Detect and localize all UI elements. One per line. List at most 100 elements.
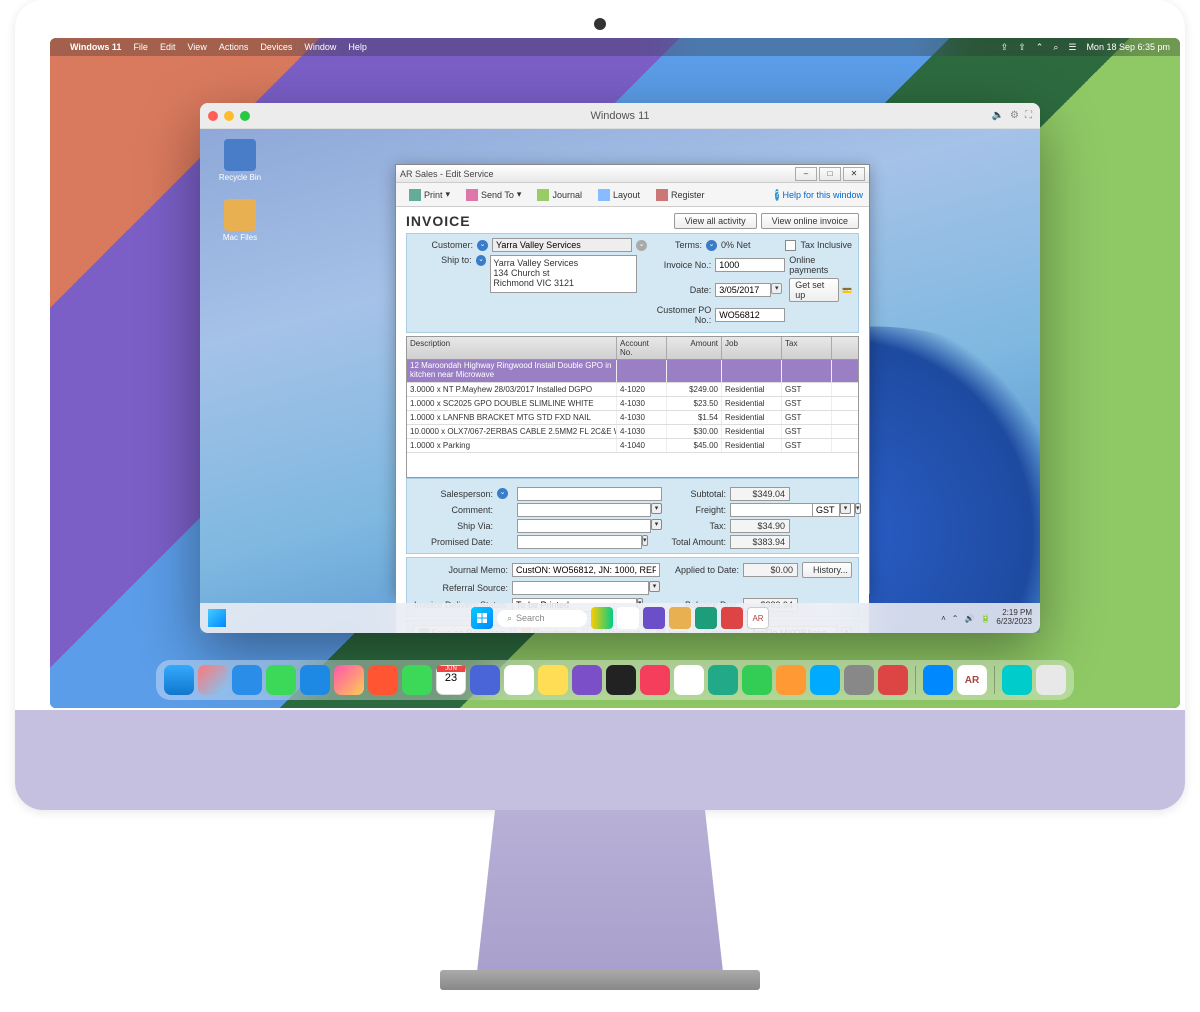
launchpad-icon[interactable] — [198, 665, 228, 695]
view-activity-button[interactable]: View all activity — [674, 213, 757, 229]
ar-dock-icon[interactable]: AR — [957, 665, 987, 695]
chat-icon[interactable] — [643, 607, 665, 629]
tray-volume-icon[interactable]: 🔊 — [964, 614, 974, 623]
win-maximize-button[interactable]: □ — [819, 167, 841, 181]
vm-titlebar[interactable]: Windows 11 🔈 ⚙ ⛶ — [200, 103, 1040, 129]
menu-edit[interactable]: Edit — [160, 42, 176, 52]
terms-picker-icon[interactable]: ⌄ — [706, 240, 717, 251]
shipvia-input[interactable] — [517, 519, 651, 533]
numbers-icon[interactable] — [742, 665, 772, 695]
menu-help[interactable]: Help — [348, 42, 367, 52]
sendto-button[interactable]: Send To ▾ — [459, 186, 528, 204]
tray-network-icon[interactable]: ⌃ — [952, 614, 959, 623]
shipvia-dropdown-icon[interactable]: ▾ — [651, 519, 662, 530]
referral-dropdown-icon[interactable]: ▾ — [649, 581, 660, 592]
memo-input[interactable] — [512, 563, 660, 577]
promised-dropdown-icon[interactable]: ▾ — [642, 535, 648, 546]
tray-chevron-icon[interactable]: ˄ — [941, 614, 946, 623]
invoiceno-input[interactable] — [715, 258, 785, 272]
news-icon[interactable] — [674, 665, 704, 695]
menu-actions[interactable]: Actions — [219, 42, 249, 52]
salesperson-input[interactable] — [517, 487, 662, 501]
promised-input[interactable] — [517, 535, 642, 549]
menu-file[interactable]: File — [133, 42, 148, 52]
settings-icon[interactable] — [844, 665, 874, 695]
clock[interactable]: Mon 18 Sep 6:35 pm — [1086, 42, 1170, 52]
win-close-button[interactable]: ✕ — [843, 167, 865, 181]
downloads-icon[interactable] — [1002, 665, 1032, 695]
salesperson-picker-icon[interactable]: ⌄ — [497, 488, 508, 499]
referral-input[interactable] — [512, 581, 649, 595]
col-tax[interactable]: Tax — [782, 337, 832, 359]
table-row[interactable]: 10.0000 x OLX7/067-2ERBAS CABLE 2.5MM2 F… — [407, 425, 858, 439]
mail-icon[interactable] — [300, 665, 330, 695]
customer-search-icon[interactable]: ⌄ — [636, 240, 647, 251]
layout-button[interactable]: Layout — [591, 186, 647, 204]
podcasts-icon[interactable] — [572, 665, 602, 695]
photos-icon[interactable] — [334, 665, 364, 695]
stocks-icon[interactable] — [708, 665, 738, 695]
wifi-icon[interactable]: ⇪ — [1001, 42, 1009, 53]
spotlight-icon[interactable]: ⌕ — [1053, 42, 1058, 53]
freight-tax-dropdown-icon[interactable]: ▾ — [840, 503, 851, 514]
ar-app-icon[interactable]: AR — [747, 607, 769, 629]
music-icon[interactable] — [640, 665, 670, 695]
table-row[interactable]: 12 Maroondah Highway Ringwood Install Do… — [407, 360, 858, 383]
tray-battery-icon[interactable]: 🔋 — [980, 614, 990, 623]
history-button[interactable]: History... — [802, 562, 852, 578]
col-description[interactable]: Description — [407, 337, 617, 359]
explorer-icon[interactable] — [617, 607, 639, 629]
date-dropdown-icon[interactable]: ▾ — [771, 283, 782, 294]
appstore-icon[interactable] — [810, 665, 840, 695]
finder-icon[interactable] — [164, 665, 194, 695]
reminders-icon[interactable] — [504, 665, 534, 695]
mac-files-icon[interactable]: Mac Files — [215, 199, 265, 242]
start-button[interactable] — [471, 607, 493, 629]
comment-dropdown-icon[interactable]: ▾ — [651, 503, 662, 514]
search-box[interactable]: ⌕Search — [497, 610, 587, 627]
app-menu[interactable]: Windows 11 — [70, 42, 121, 52]
col-account[interactable]: Account No. — [617, 337, 667, 359]
grid-empty-row[interactable] — [407, 453, 858, 477]
col-job[interactable]: Job — [722, 337, 782, 359]
print-button[interactable]: Print ▾ — [402, 186, 457, 204]
app-icon-1[interactable] — [721, 607, 743, 629]
register-button[interactable]: Register — [649, 186, 712, 204]
journal-button[interactable]: Journal — [530, 186, 589, 204]
view-online-button[interactable]: View online invoice — [761, 213, 859, 229]
edge-icon[interactable] — [695, 607, 717, 629]
customer-picker-icon[interactable]: ⌄ — [477, 240, 488, 251]
custpo-input[interactable] — [715, 308, 785, 322]
myob-titlebar[interactable]: AR Sales - Edit Service – □ ✕ — [396, 165, 869, 183]
appletv-icon[interactable] — [606, 665, 636, 695]
shipto-picker-icon[interactable]: ⌄ — [476, 255, 487, 266]
table-row[interactable]: 1.0000 x Parking4-1040$45.00ResidentialG… — [407, 439, 858, 453]
menu-window[interactable]: Window — [304, 42, 336, 52]
calendar-icon[interactable]: JUN23 — [436, 665, 466, 695]
windows-desktop[interactable]: Recycle Bin Mac Files AR Sales - Edit Se… — [200, 129, 1040, 633]
parallels-icon[interactable] — [878, 665, 908, 695]
customer-input[interactable] — [492, 238, 632, 252]
folder-icon[interactable] — [669, 607, 691, 629]
notes-icon[interactable] — [538, 665, 568, 695]
messages-icon[interactable] — [266, 665, 296, 695]
trash-icon[interactable] — [1036, 665, 1066, 695]
facetime-icon[interactable] — [402, 665, 432, 695]
pages-icon[interactable] — [776, 665, 806, 695]
table-row[interactable]: 1.0000 x LANFNB BRACKET MTG STD FXD NAIL… — [407, 411, 858, 425]
freight-tax-input[interactable] — [812, 503, 840, 517]
wifi-status-icon[interactable]: ⌃ — [1036, 42, 1044, 53]
shipto-textarea[interactable]: Yarra Valley Services 134 Church st Rich… — [490, 255, 637, 293]
col-amount[interactable]: Amount — [667, 337, 722, 359]
menu-view[interactable]: View — [187, 42, 206, 52]
share-icon[interactable]: ⇧ — [1018, 42, 1026, 53]
contacts-icon[interactable] — [470, 665, 500, 695]
win-minimize-button[interactable]: – — [795, 167, 817, 181]
windows-app-icon[interactable] — [923, 665, 953, 695]
table-row[interactable]: 3.0000 x NT P.Mayhew 28/03/2017 Installe… — [407, 383, 858, 397]
safari-icon[interactable] — [232, 665, 262, 695]
control-center-icon[interactable]: ☰ — [1068, 42, 1076, 53]
tax-inclusive-checkbox[interactable] — [785, 240, 796, 251]
maps-icon[interactable] — [368, 665, 398, 695]
comment-input[interactable] — [517, 503, 651, 517]
